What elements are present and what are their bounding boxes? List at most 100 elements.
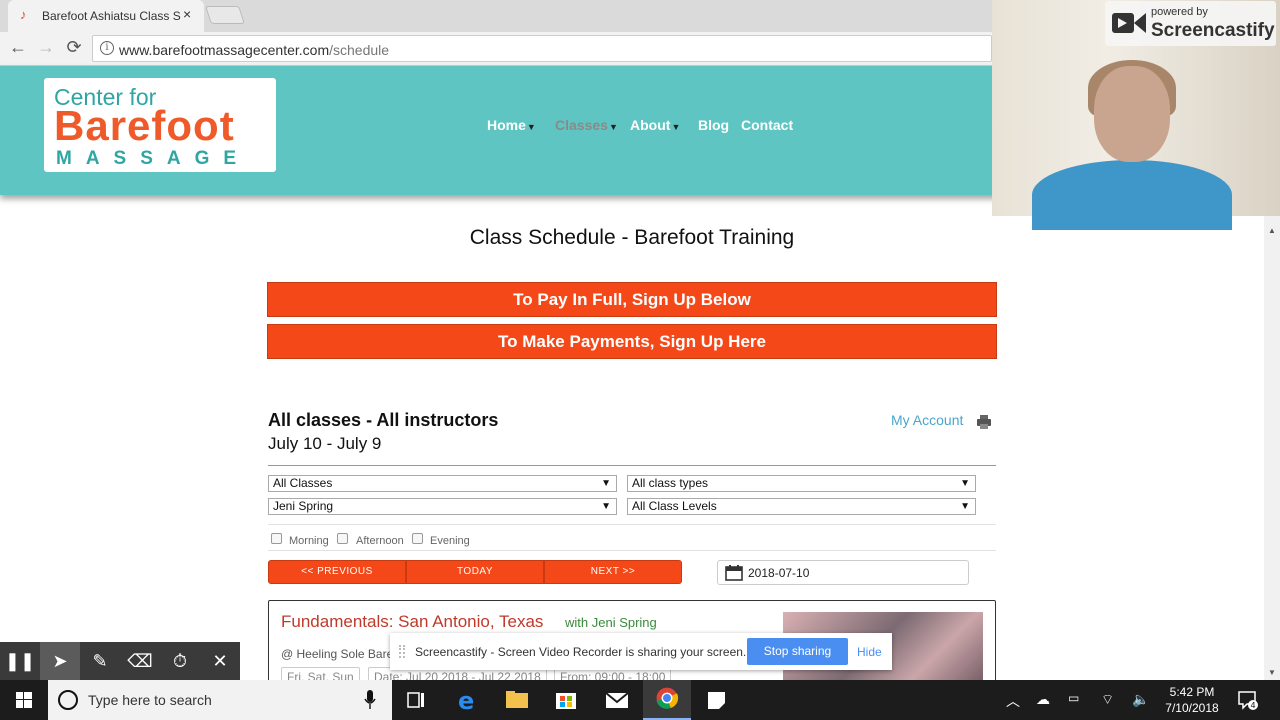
search-placeholder: Type here to search: [88, 692, 212, 708]
afternoon-checkbox[interactable]: [337, 533, 348, 544]
eraser-icon[interactable]: ⌫: [120, 642, 160, 680]
store-icon[interactable]: [542, 680, 590, 720]
evening-checkbox[interactable]: [412, 533, 423, 544]
clock-date: 7/10/2018: [1165, 701, 1219, 715]
calendar-icon: [725, 565, 743, 581]
taskbar-clock[interactable]: 5:42 PM 7/10/2018: [1156, 684, 1228, 716]
new-tab-button[interactable]: [205, 6, 245, 24]
logo-line-2: Barefoot: [54, 102, 235, 149]
taskbar: Type here to search e ︿ ☁ ▭ ⌔ 🔈 5:42 PM …: [0, 680, 1280, 720]
instructor-value: Jeni Spring: [273, 499, 334, 513]
dropdown-arrow-icon: ▼: [960, 478, 970, 489]
nav-contact[interactable]: Contact: [741, 117, 793, 133]
class-filter-value: All Classes: [273, 476, 333, 490]
morning-checkbox[interactable]: [271, 533, 282, 544]
onedrive-icon[interactable]: ☁: [1036, 691, 1050, 708]
site-logo[interactable]: Center for Barefoot MASSAGE: [44, 78, 276, 172]
forward-button[interactable]: →: [36, 37, 56, 58]
back-button[interactable]: ←: [8, 37, 28, 58]
svg-text:e: e: [458, 687, 474, 715]
hide-button[interactable]: Hide: [857, 645, 882, 659]
nav-classes-label: Classes: [555, 117, 608, 133]
next-button[interactable]: NEXT >>: [544, 560, 682, 584]
nav-home[interactable]: Home▼: [487, 117, 536, 133]
date-value: 2018-07-10: [748, 566, 810, 580]
microphone-icon[interactable]: [364, 689, 376, 711]
class-level-select[interactable]: All Class Levels ▼: [627, 498, 976, 515]
make-payments-button[interactable]: To Make Payments, Sign Up Here: [267, 324, 997, 359]
class-location: @ Heeling Sole Bare: [281, 647, 394, 661]
pay-in-full-button[interactable]: To Pay In Full, Sign Up Below: [267, 282, 997, 317]
instructor-select[interactable]: Jeni Spring ▼: [268, 498, 617, 515]
drag-handle-icon[interactable]: [399, 645, 405, 658]
screen: ♪ Barefoot Ashiatsu Class S × ← → ⟳ i ww…: [0, 0, 1280, 720]
nav-home-caret-icon: ▼: [526, 122, 536, 132]
dropdown-arrow-icon: ▼: [960, 501, 970, 512]
clock-time: 5:42 PM: [1169, 685, 1215, 699]
nav-home-label: Home: [487, 117, 526, 133]
volume-icon[interactable]: 🔈: [1132, 691, 1149, 708]
browser-tab[interactable]: ♪ Barefoot Ashiatsu Class S ×: [8, 0, 204, 32]
screencastify-logo-icon: [1112, 13, 1146, 33]
webcam-person-body: [1032, 160, 1232, 230]
class-level-value: All Class Levels: [632, 499, 717, 513]
my-account-link[interactable]: My Account: [891, 412, 963, 428]
screen-sharing-bar: Screencastify - Screen Video Recorder is…: [390, 633, 892, 670]
nav-blog[interactable]: Blog: [698, 117, 729, 133]
schedule-heading: All classes - All instructors: [268, 410, 499, 430]
evening-label: Evening: [430, 535, 470, 547]
cortana-icon: [58, 690, 78, 710]
reload-button[interactable]: ⟳: [64, 37, 84, 58]
site-info-icon[interactable]: i: [100, 41, 114, 55]
mail-icon[interactable]: [593, 680, 641, 720]
scroll-down-icon[interactable]: ▼: [1268, 668, 1276, 677]
dropdown-arrow-icon: ▼: [601, 478, 611, 489]
divider: [268, 524, 996, 525]
task-view-icon[interactable]: [392, 680, 440, 720]
edge-browser-icon[interactable]: e: [444, 680, 492, 720]
nav-classes[interactable]: Classes▼: [555, 117, 618, 133]
chrome-icon[interactable]: [643, 680, 691, 720]
nav-about-caret-icon: ▼: [671, 122, 681, 132]
nav-classes-caret-icon: ▼: [608, 122, 618, 132]
wifi-icon[interactable]: ⌔: [1101, 691, 1114, 709]
pause-icon[interactable]: ❚❚: [0, 642, 40, 680]
notifications-icon[interactable]: 4: [1236, 689, 1258, 711]
previous-button[interactable]: << PREVIOUS: [268, 560, 406, 584]
nav-about[interactable]: About▼: [630, 117, 680, 133]
close-icon[interactable]: ✕: [200, 642, 240, 680]
logo-line-3: MASSAGE: [56, 148, 251, 169]
address-bar[interactable]: i www.barefootmassagecenter.com/schedule: [92, 35, 992, 62]
show-hidden-icons[interactable]: ︿: [1006, 691, 1020, 711]
class-instructor: with Jeni Spring: [565, 615, 657, 630]
recording-controls: ❚❚ ➤ ✎ ⌫ ⏱ ✕: [0, 642, 240, 680]
dropdown-arrow-icon: ▼: [601, 501, 611, 512]
class-title[interactable]: Fundamentals: San Antonio, Texas: [281, 612, 543, 632]
morning-label: Morning: [289, 535, 329, 547]
scroll-up-icon[interactable]: ▲: [1268, 226, 1276, 235]
nav-about-label: About: [630, 117, 671, 133]
windows-start-icon[interactable]: [0, 680, 48, 720]
date-picker[interactable]: 2018-07-10: [717, 560, 969, 585]
url-host: www.barefootmassagecenter.com: [119, 42, 330, 58]
cursor-icon[interactable]: ➤: [40, 642, 80, 680]
file-explorer-icon[interactable]: [493, 680, 541, 720]
today-button[interactable]: TODAY: [406, 560, 544, 584]
notification-count: 4: [1250, 701, 1255, 710]
timer-icon[interactable]: ⏱: [160, 642, 200, 680]
tab-title: Barefoot Ashiatsu Class S: [42, 9, 181, 23]
print-icon[interactable]: [976, 414, 992, 430]
divider: [268, 550, 996, 551]
taskbar-search[interactable]: Type here to search: [48, 680, 392, 720]
pen-icon[interactable]: ✎: [80, 642, 120, 680]
sharing-message: Screencastify - Screen Video Recorder is…: [415, 645, 747, 659]
class-type-select[interactable]: All class types ▼: [627, 475, 976, 492]
screencastify-watermark: powered by Screencastify: [1105, 1, 1276, 46]
sticky-notes-icon[interactable]: [693, 680, 741, 720]
class-filter-select[interactable]: All Classes ▼: [268, 475, 617, 492]
tab-close-icon[interactable]: ×: [183, 6, 191, 22]
battery-icon[interactable]: ▭: [1068, 691, 1079, 705]
stop-sharing-button[interactable]: Stop sharing: [747, 638, 848, 665]
schedule-date-range: July 10 - July 9: [268, 434, 382, 453]
screencastify-brand: Screencastify: [1151, 20, 1275, 41]
